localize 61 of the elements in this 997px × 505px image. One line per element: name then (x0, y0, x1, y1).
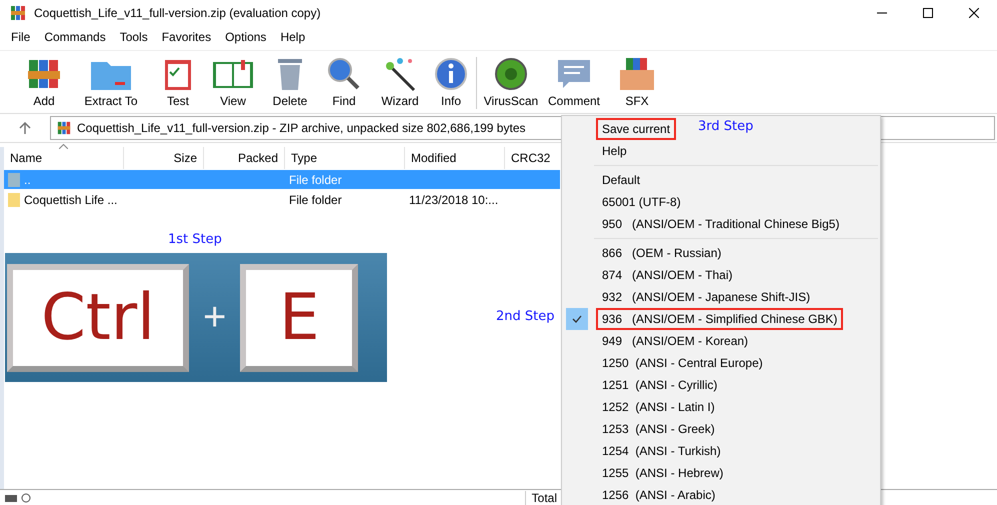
step-annotation: 2nd Step (496, 309, 554, 324)
file-row[interactable]: Coquettish Life ... File folder 11/23/2018 10:... (4, 190, 560, 209)
menu-item[interactable]: Tools (112, 30, 155, 44)
menu-option[interactable]: 1253 (ANSI - Greek) (562, 418, 880, 440)
toolbar-button[interactable]: VirusScan (481, 56, 541, 113)
step-annotation: 1st Step (168, 232, 222, 247)
menu-option[interactable]: Help (562, 140, 880, 162)
toolbar-button[interactable]: Extract To (70, 56, 152, 113)
window-title: Coquettish_Life_v11_full-version.zip (evaluation copy) (34, 6, 321, 20)
toolbar-button[interactable]: Find (318, 56, 370, 113)
column-header[interactable]: Name (4, 147, 124, 169)
toolbar-button[interactable]: Comment (541, 56, 607, 113)
menu-option[interactable]: 1251 (ANSI - Cyrillic) (562, 374, 880, 396)
keyboard-key: E (240, 264, 358, 372)
folder-icon (8, 172, 20, 186)
maximize-icon (923, 8, 933, 18)
menu-option[interactable]: 949 (ANSI/OEM - Korean) (562, 330, 880, 352)
table-cell: .. (24, 172, 31, 186)
table-cell: File folder (289, 192, 342, 206)
column-header[interactable]: Modified (405, 147, 505, 169)
checkmark-icon (572, 315, 582, 323)
menu-item[interactable]: Help (273, 30, 312, 44)
menu-option[interactable]: 932 (ANSI/OEM - Japanese Shift-JIS) (562, 286, 880, 308)
toolbar-button[interactable]: View (204, 56, 262, 113)
menu-option[interactable]: 1255 (ANSI - Hebrew) (562, 462, 880, 484)
column-header[interactable]: Size (124, 147, 204, 169)
menu-item[interactable]: Favorites (154, 30, 218, 44)
menu-option[interactable]: 1252 (ANSI - Latin I) (562, 396, 880, 418)
table-cell: 11/23/2018 10:... (409, 192, 498, 206)
archive-icon (10, 5, 26, 21)
menu-item[interactable]: Commands (37, 30, 113, 44)
up-arrow-icon (19, 122, 31, 134)
table-cell: File folder (289, 172, 342, 186)
magnifier-icon (326, 56, 362, 92)
plus-sign: + (203, 295, 226, 340)
menu-option[interactable]: 866 (OEM - Russian) (562, 242, 880, 264)
menu-option[interactable]: 1256 (ANSI - Arabic) (562, 484, 880, 505)
table-cell: Coquettish Life ... (24, 192, 118, 206)
status-text: Total (524, 490, 557, 504)
toolbar-button[interactable]: Info (430, 56, 472, 113)
folder-icon (8, 192, 20, 206)
keyboard-key: Ctrl (7, 264, 189, 372)
archive-icon (57, 121, 71, 135)
menu-option[interactable]: 874 (ANSI/OEM - Thai) (562, 264, 880, 286)
column-header[interactable]: Packed (204, 147, 285, 169)
toolbar-button[interactable]: Add (18, 56, 70, 113)
menu-option[interactable]: 1250 (ANSI - Central Europe) (562, 352, 880, 374)
menu-item[interactable]: File (4, 30, 38, 44)
toolbar-button[interactable]: Delete (262, 56, 318, 113)
column-header[interactable]: Type (285, 147, 405, 169)
menu-option[interactable]: 65001 (UTF-8) (562, 191, 880, 213)
menu-option[interactable]: 950 (ANSI/OEM - Traditional Chinese Big5) (562, 213, 880, 235)
toolbar-button[interactable]: Wizard (370, 56, 430, 113)
info-icon (433, 56, 469, 92)
menu-item[interactable]: Options (218, 30, 274, 44)
step-annotation: 3rd Step (698, 119, 754, 134)
menu-option[interactable]: Default (562, 169, 880, 191)
close-icon (969, 8, 979, 18)
toolbar-button[interactable]: Test (152, 56, 204, 113)
toolbar-button[interactable]: SFX (607, 56, 667, 113)
menu-option[interactable]: 1254 (ANSI - Turkish) (562, 440, 880, 462)
